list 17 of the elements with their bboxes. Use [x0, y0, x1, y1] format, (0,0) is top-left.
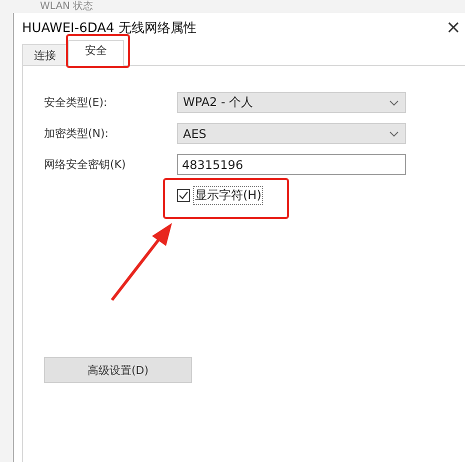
- chevron-down-icon: [389, 100, 399, 106]
- highlight-box: [66, 34, 130, 68]
- field-label: 网络安全密钥(K): [44, 157, 127, 172]
- field-label: 加密类型(N):: [44, 126, 110, 141]
- field-label: 安全类型(E):: [44, 95, 108, 110]
- tab[interactable]: 安全: [68, 40, 124, 66]
- window-title: WLAN 状态: [40, 1, 94, 13]
- tab[interactable]: 连接: [22, 44, 68, 65]
- checkbox-label: 显示字符(H): [193, 186, 264, 205]
- chevron-down-icon: [389, 130, 399, 136]
- dropdown[interactable]: AES: [177, 123, 406, 144]
- checkbox[interactable]: [177, 189, 190, 202]
- input-field[interactable]: 48315196: [177, 154, 406, 175]
- window-title: HUAWEI-6DA4 无线网络属性: [22, 20, 196, 37]
- advanced-settings-button[interactable]: 高级设置(D): [44, 357, 192, 383]
- close-button[interactable]: ×: [442, 18, 465, 38]
- dropdown[interactable]: WPA2 - 个人: [177, 92, 406, 113]
